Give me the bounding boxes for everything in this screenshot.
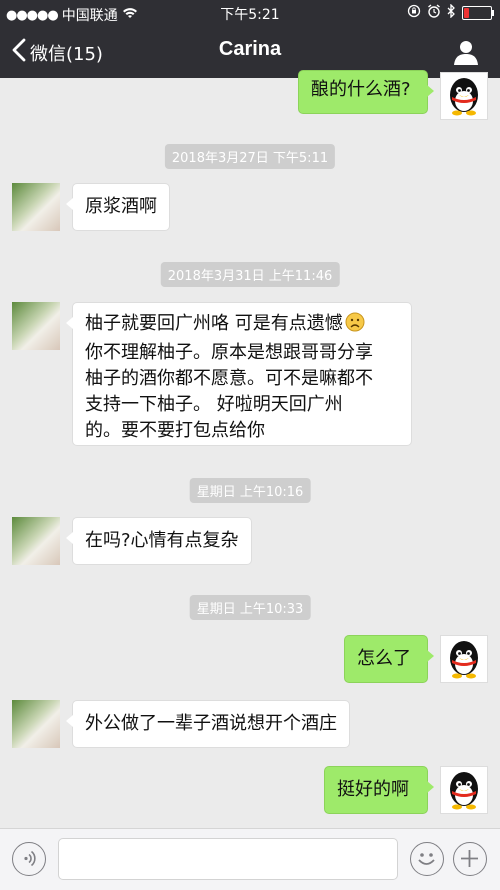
timestamp: 2018年3月31日 上午11:46	[160, 262, 340, 287]
contact-avatar[interactable]	[12, 183, 60, 231]
contact-avatar[interactable]	[12, 302, 60, 350]
timestamp: 2018年3月27日 下午5:11	[164, 144, 336, 169]
message-text: 酿的什么酒?	[311, 79, 411, 100]
alarm-icon	[427, 4, 441, 21]
plus-button[interactable]	[453, 842, 487, 876]
message-line: 的。要不要打包点给你	[85, 420, 265, 441]
message-text: 原浆酒啊	[85, 196, 157, 217]
message-input[interactable]	[58, 838, 398, 880]
penguin-avatar-icon	[450, 772, 478, 810]
incoming-bubble[interactable]: 外公做了一辈子酒说想开个酒庄	[66, 700, 350, 748]
battery-icon	[462, 5, 494, 20]
sad-face-emoji	[345, 312, 365, 340]
voice-button[interactable]	[12, 842, 46, 876]
timestamp: 星期日 上午10:16	[189, 478, 311, 503]
chat-title: Carina	[218, 38, 282, 60]
voice-icon	[24, 850, 36, 867]
incoming-bubble[interactable]: 原浆酒啊	[66, 183, 170, 231]
message-text: 挺好的啊	[337, 779, 409, 800]
status-bar: ●●●●● 中国联通 下午5:21	[0, 0, 500, 26]
emoji-button[interactable]	[410, 842, 444, 876]
timestamp: 星期日 上午10:33	[189, 595, 311, 620]
my-avatar[interactable]	[440, 635, 488, 683]
outgoing-bubble[interactable]: 挺好的啊	[324, 766, 434, 814]
penguin-avatar-icon	[450, 641, 478, 679]
message-text: 柚子就要回广州咯 可是有点遗憾	[85, 313, 343, 334]
message-line: 柚子就要回广州咯 可是有点遗憾	[85, 311, 399, 340]
input-bar	[0, 828, 500, 890]
message-line: 你不理解柚子。原本是想跟哥哥分享	[85, 342, 373, 363]
message-text: 怎么了	[357, 648, 411, 669]
incoming-bubble[interactable]: 柚子就要回广州咯 可是有点遗憾 你不理解柚子。原本是想跟哥哥分享 柚子的酒你都不…	[66, 302, 412, 446]
outgoing-bubble[interactable]: 酿的什么酒?	[298, 70, 434, 114]
plus-icon	[461, 850, 478, 867]
lock-rotation-icon	[407, 4, 421, 21]
status-right	[407, 3, 494, 21]
message-text: 外公做了一辈子酒说想开个酒庄	[85, 713, 337, 734]
outgoing-bubble[interactable]: 怎么了	[344, 635, 434, 683]
incoming-bubble[interactable]: 在吗?心情有点复杂	[66, 517, 252, 565]
message-line: 支持一下柚子。 好啦明天回广州	[85, 394, 343, 415]
penguin-avatar-icon	[450, 78, 478, 116]
message-line: 柚子的酒你都不愿意。可不是嘛都不	[85, 368, 373, 389]
emoji-icon	[418, 853, 435, 865]
my-avatar[interactable]	[440, 72, 488, 120]
profile-icon[interactable]	[452, 38, 480, 66]
contact-avatar[interactable]	[12, 517, 60, 565]
message-text: 在吗?心情有点复杂	[85, 530, 239, 551]
bluetooth-icon	[447, 3, 456, 21]
contact-avatar[interactable]	[12, 700, 60, 748]
my-avatar[interactable]	[440, 766, 488, 814]
